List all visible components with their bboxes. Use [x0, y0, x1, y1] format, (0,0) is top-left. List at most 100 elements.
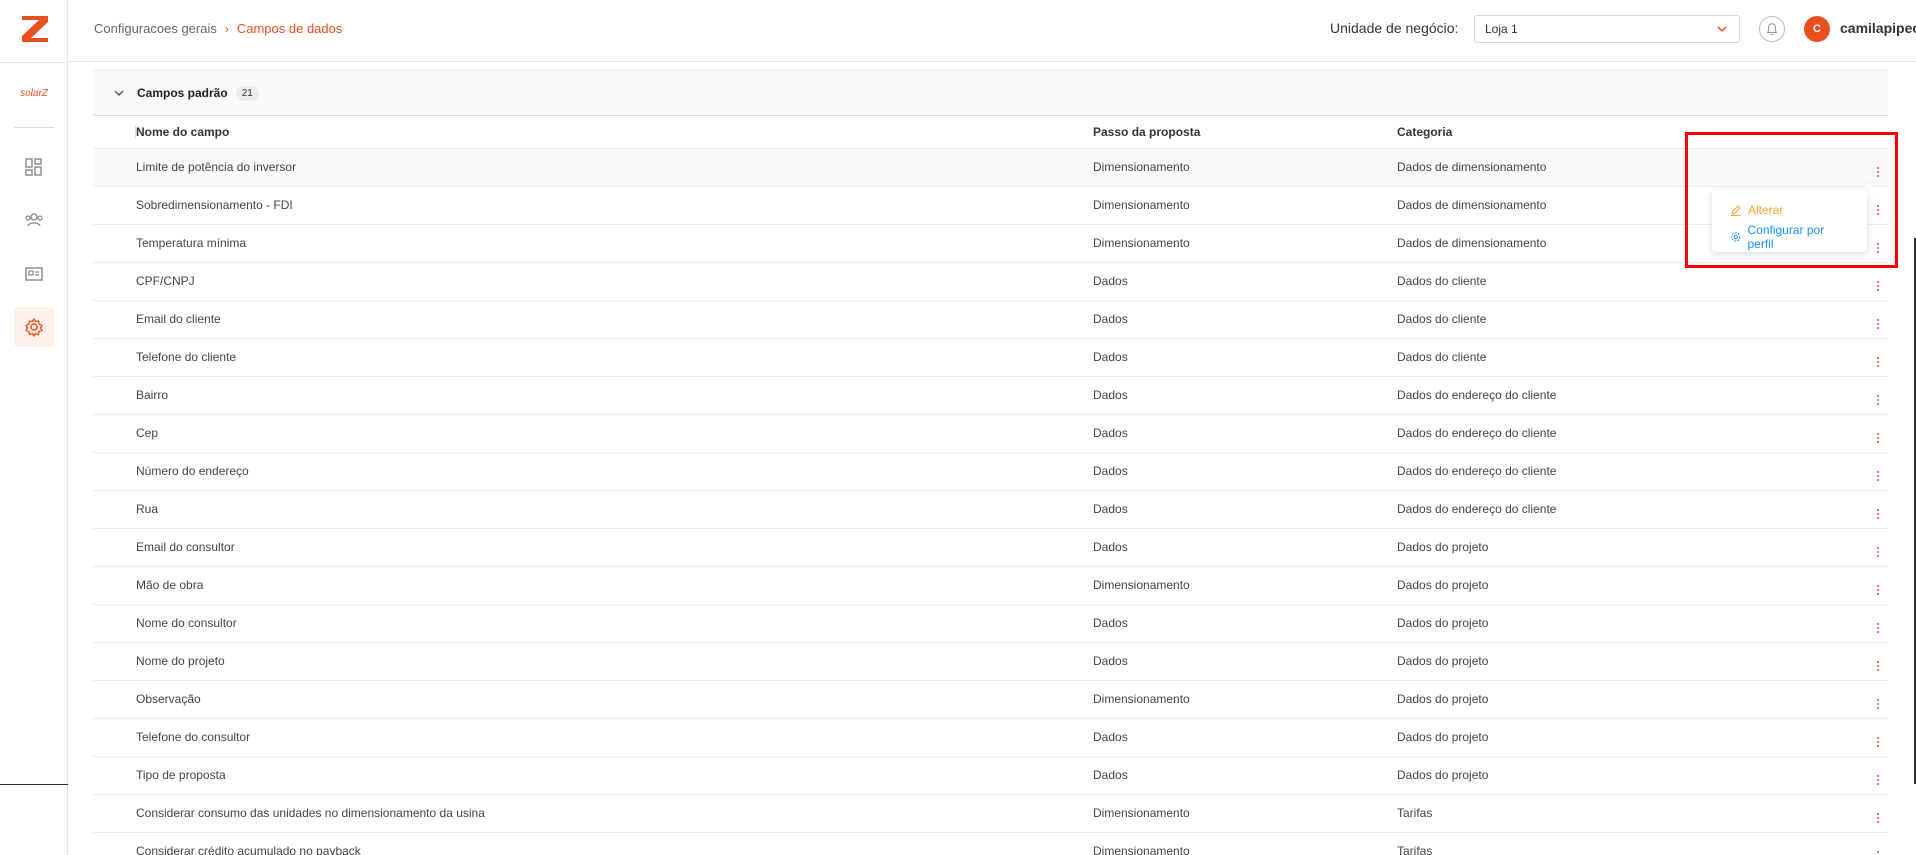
- table-row[interactable]: Temperatura mínima Dimensionamento Dados d…: [93, 224, 1888, 263]
- kebab-icon[interactable]: [1876, 280, 1879, 291]
- brand-divider: [14, 127, 54, 128]
- sidebar: solarZ: [0, 0, 68, 855]
- kebab-icon[interactable]: [1876, 660, 1879, 671]
- row-actions: [1867, 338, 1888, 377]
- business-unit-value: Loja 1: [1485, 22, 1518, 36]
- row-actions: [1867, 794, 1888, 833]
- row-spacer: [93, 414, 136, 453]
- row-spacer: [93, 832, 136, 855]
- kebab-icon[interactable]: [1876, 394, 1879, 405]
- row-spacer: [93, 566, 136, 605]
- table-row[interactable]: Considerar consumo das unidades no dimen…: [93, 794, 1888, 833]
- field-name: Telefone do cliente: [136, 338, 1093, 377]
- field-name: Nome do consultor: [136, 604, 1093, 643]
- app: solarZ Configuracoes gerais › Campos de …: [0, 0, 1916, 855]
- row-spacer: [93, 794, 136, 833]
- field-name: Considerar consumo das unidades no dimen…: [136, 794, 1093, 833]
- section-title: Campos padrão: [137, 86, 228, 100]
- row-spacer: [93, 224, 136, 263]
- kebab-icon[interactable]: [1876, 470, 1879, 481]
- row-actions: [1867, 642, 1888, 681]
- table-row[interactable]: Nome do consultor Dados Dados do projeto: [93, 604, 1888, 643]
- kebab-icon[interactable]: [1876, 508, 1879, 519]
- kebab-icon[interactable]: [1876, 736, 1879, 747]
- field-step: Dimensionamento: [1093, 832, 1397, 855]
- table-row[interactable]: Email do cliente Dados Dados do cliente: [93, 300, 1888, 339]
- field-step: Dimensionamento: [1093, 680, 1397, 719]
- row-spacer: [93, 338, 136, 377]
- table-row[interactable]: Cep Dados Dados do endereço do cliente: [93, 414, 1888, 453]
- field-step: Dados: [1093, 490, 1397, 529]
- kebab-icon[interactable]: [1876, 774, 1879, 785]
- kebab-icon[interactable]: [1876, 318, 1879, 329]
- menu-item-alterar-label: Alterar: [1748, 202, 1784, 217]
- row-actions-menu: Alterar Configurar por perfil: [1712, 190, 1867, 252]
- table-row[interactable]: Mão de obra Dimensionamento Dados do proje…: [93, 566, 1888, 605]
- field-step: Dimensionamento: [1093, 794, 1397, 833]
- kebab-icon[interactable]: [1876, 812, 1879, 823]
- row-actions: [1867, 452, 1888, 491]
- kebab-icon[interactable]: [1876, 850, 1879, 855]
- column-header-name: Nome do campo: [136, 116, 1093, 149]
- top-header: Configuracoes gerais › Campos de dados U…: [68, 0, 1916, 62]
- chevron-down-icon[interactable]: [113, 87, 125, 99]
- kebab-icon[interactable]: [1876, 584, 1879, 595]
- table-row[interactable]: Telefone do consultor Dados Dados do proje…: [93, 718, 1888, 757]
- nav-users[interactable]: [14, 200, 54, 240]
- breadcrumb-home[interactable]: Configuracoes gerais: [94, 21, 217, 36]
- field-name: Temperatura mínima: [136, 224, 1093, 263]
- table-row[interactable]: CPF/CNPJ Dados Dados do cliente: [93, 262, 1888, 301]
- nav-dashboard[interactable]: [14, 147, 54, 187]
- kebab-icon[interactable]: [1876, 356, 1879, 367]
- table-row[interactable]: Considerar crédito acumulado no payback D…: [93, 832, 1888, 855]
- table-row[interactable]: Observação Dimensionamento Dados do projet…: [93, 680, 1888, 719]
- table-row[interactable]: Email do consultor Dados Dados do projeto: [93, 528, 1888, 567]
- row-actions: [1867, 414, 1888, 453]
- field-step: Dimensionamento: [1093, 186, 1397, 225]
- field-category: Tarifas: [1397, 832, 1867, 855]
- spacer-header: [93, 116, 136, 149]
- kebab-icon[interactable]: [1876, 622, 1879, 633]
- field-name: Considerar crédito acumulado no payback: [136, 832, 1093, 855]
- table-row[interactable]: Nome do projeto Dados Dados do projeto: [93, 642, 1888, 681]
- nav-proposals[interactable]: [14, 254, 54, 294]
- row-spacer: [93, 718, 136, 757]
- kebab-icon[interactable]: [1876, 698, 1879, 709]
- row-spacer: [93, 680, 136, 719]
- row-spacer: [93, 490, 136, 529]
- table-row[interactable]: Limite de potência do inversor Dimensiona…: [93, 148, 1888, 187]
- table-row[interactable]: Sobredimensionamento - FDI Dimensionament…: [93, 186, 1888, 225]
- kebab-icon[interactable]: [1876, 432, 1879, 443]
- field-name: Nome do projeto: [136, 642, 1093, 681]
- table-row[interactable]: Telefone do cliente Dados Dados do cliente: [93, 338, 1888, 377]
- kebab-icon[interactable]: [1876, 546, 1879, 557]
- field-step: Dados: [1093, 718, 1397, 757]
- field-name: Cep: [136, 414, 1093, 453]
- table-row[interactable]: Rua Dados Dados do endereço do cliente: [93, 490, 1888, 529]
- row-actions: [1867, 680, 1888, 719]
- nav-settings[interactable]: [14, 307, 54, 347]
- field-category: Dados do projeto: [1397, 566, 1867, 605]
- field-step: Dados: [1093, 642, 1397, 681]
- menu-item-configurar-label: Configurar por perfil: [1747, 222, 1825, 251]
- field-name: CPF/CNPJ: [136, 262, 1093, 301]
- z-logo-icon[interactable]: [18, 12, 52, 46]
- notifications-button[interactable]: [1759, 16, 1785, 42]
- field-name: Rua: [136, 490, 1093, 529]
- field-category: Dados do projeto: [1397, 680, 1867, 719]
- fields-table: Nome do campo Passo da proposta Categori…: [93, 116, 1888, 855]
- table-row[interactable]: Número do endereço Dados Dados do endereço…: [93, 452, 1888, 491]
- menu-item-configurar[interactable]: Configurar por perfil: [1712, 222, 1867, 251]
- field-name: Bairro: [136, 376, 1093, 415]
- field-step: Dados: [1093, 756, 1397, 795]
- row-actions: [1867, 604, 1888, 643]
- field-category: Dados do cliente: [1397, 300, 1867, 339]
- section-header[interactable]: Campos padrão 21: [93, 70, 1888, 116]
- avatar[interactable]: C: [1804, 16, 1830, 42]
- business-unit-select[interactable]: Loja 1: [1474, 15, 1740, 43]
- username[interactable]: camilapipechat: [1840, 20, 1916, 36]
- table-row[interactable]: Tipo de proposta Dados Dados do projeto: [93, 756, 1888, 795]
- menu-item-alterar[interactable]: Alterar: [1712, 196, 1867, 223]
- row-spacer: [93, 186, 136, 225]
- table-row[interactable]: Bairro Dados Dados do endereço do cliente: [93, 376, 1888, 415]
